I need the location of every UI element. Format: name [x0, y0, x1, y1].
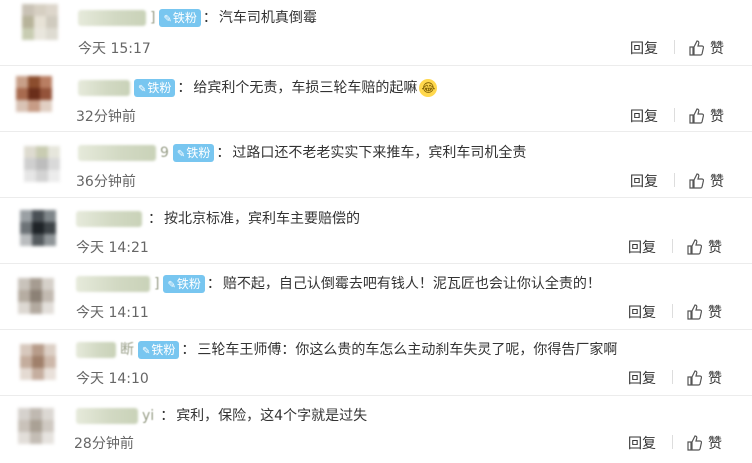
colon: ：: [202, 10, 217, 26]
like-label: 赞: [708, 371, 722, 387]
user-nickname-tail: 断: [120, 342, 134, 358]
comment-item: ： 按北京标准，宾利车主要赔偿的 今天 14:21 回复 赞: [0, 198, 752, 264]
like-button[interactable]: 赞: [688, 38, 724, 58]
colon: ：: [206, 276, 221, 292]
avatar[interactable]: [20, 344, 56, 380]
divider: [674, 173, 675, 187]
user-nickname[interactable]: [76, 276, 150, 292]
user-nickname-tail: 9: [160, 145, 169, 161]
fan-badge: ✎铁粉: [134, 79, 176, 97]
badge-label: 铁粉: [176, 277, 201, 291]
comment-time: 今天 14:10: [76, 371, 149, 387]
comment-time: 今天 15:17: [78, 41, 151, 57]
comment-item: ] ✎铁粉 ： 赔不起，自己认倒霉去吧有钱人！泥瓦匠也会让你认全责的！ 今天 1…: [0, 264, 752, 330]
reply-button[interactable]: 回复: [628, 302, 656, 322]
reply-button[interactable]: 回复: [628, 433, 656, 453]
reply-button[interactable]: 回复: [630, 38, 658, 58]
reply-button[interactable]: 回复: [630, 171, 658, 191]
comment-text: 汽车司机真倒霉: [218, 10, 317, 26]
like-button[interactable]: 赞: [686, 433, 722, 453]
fan-badge: ✎铁粉: [172, 144, 215, 162]
comment-text: 宾利，保险，这4个字就是过失: [176, 408, 368, 424]
avatar[interactable]: [18, 408, 54, 444]
user-nickname[interactable]: [76, 408, 138, 424]
comment-text: 给宾利个无责，车损三轮车赔的起嘛: [193, 80, 418, 96]
comment-text: 过路口还不老老实实下来推车，宾利车司机全责: [232, 145, 527, 161]
comment-time: 今天 14:21: [76, 240, 149, 256]
divider: [672, 435, 673, 449]
user-nickname[interactable]: [76, 342, 116, 358]
like-button[interactable]: 赞: [686, 302, 722, 322]
like-label: 赞: [710, 41, 724, 57]
thumbs-up-icon: [689, 108, 704, 124]
avatar[interactable]: [20, 210, 56, 246]
colon: ：: [177, 80, 192, 96]
fan-badge: ✎铁粉: [159, 9, 201, 27]
fan-badge-icon: ✎: [138, 84, 147, 95]
comment-text: 赔不起，自己认倒霉去吧有钱人！泥瓦匠也会让你认全责的！: [222, 276, 601, 292]
colon: ：: [160, 408, 175, 424]
like-button[interactable]: 赞: [686, 368, 722, 388]
thumbs-up-icon: [687, 304, 702, 320]
user-nickname[interactable]: [78, 145, 156, 161]
like-button[interactable]: 赞: [686, 237, 722, 257]
comment-text: 三轮车王师傅：你这么贵的车怎么主动刹车失灵了呢，你得告厂家啊: [197, 342, 618, 358]
badge-label: 铁粉: [186, 146, 211, 160]
thumbs-up-icon: [689, 40, 704, 56]
comment-time: 36分钟前: [76, 174, 136, 190]
divider: [672, 304, 673, 318]
fan-badge-icon: ✎: [163, 14, 172, 25]
avatar[interactable]: [16, 76, 52, 112]
comment-item: yi ： 宾利，保险，这4个字就是过失 28分钟前 回复 赞: [0, 396, 752, 462]
comment-time: 今天 14:11: [76, 305, 149, 321]
avatar[interactable]: [24, 146, 60, 182]
like-label: 赞: [710, 109, 724, 125]
comment-item: 断 ✎铁粉 ： 三轮车王师傅：你这么贵的车怎么主动刹车失灵了呢，你得告厂家啊 今…: [0, 330, 752, 396]
like-label: 赞: [708, 305, 722, 321]
user-nickname[interactable]: [78, 10, 146, 26]
laughing-emoji-icon: 😂: [419, 79, 438, 97]
reply-button[interactable]: 回复: [628, 368, 656, 388]
comment-item: ✎铁粉 ： 给宾利个无责，车损三轮车赔的起嘛 😂 32分钟前 回复 赞: [0, 66, 752, 132]
badge-label: 铁粉: [147, 81, 172, 95]
comment-text: 按北京标准，宾利车主要赔偿的: [164, 211, 360, 227]
like-label: 赞: [708, 240, 722, 256]
like-button[interactable]: 赞: [688, 171, 724, 191]
fan-badge: ✎铁粉: [163, 275, 205, 293]
fan-badge: ✎铁粉: [138, 341, 180, 359]
divider: [674, 40, 675, 54]
divider: [672, 239, 673, 253]
fan-badge-icon: ✎: [142, 346, 151, 357]
thumbs-up-icon: [687, 435, 702, 451]
colon: ：: [181, 342, 196, 358]
reply-button[interactable]: 回复: [628, 237, 656, 257]
like-button[interactable]: 赞: [688, 106, 724, 126]
thumbs-up-icon: [687, 370, 702, 386]
fan-badge-icon: ✎: [176, 149, 186, 160]
avatar[interactable]: [18, 278, 54, 314]
avatar[interactable]: [22, 4, 58, 40]
like-label: 赞: [708, 436, 722, 452]
divider: [672, 370, 673, 384]
comment-item: ] ✎铁粉 ： 汽车司机真倒霉 今天 15:17 回复 赞: [0, 0, 752, 66]
reply-button[interactable]: 回复: [630, 106, 658, 126]
user-nickname[interactable]: [76, 211, 142, 227]
comment-time: 28分钟前: [74, 436, 134, 452]
like-label: 赞: [710, 174, 724, 190]
colon: ：: [216, 145, 231, 161]
thumbs-up-icon: [687, 239, 702, 255]
user-nickname-tail: ]: [150, 10, 156, 26]
comment-time: 32分钟前: [76, 109, 136, 125]
comment-item: 9 ✎铁粉 ： 过路口还不老老实实下来推车，宾利车司机全责 36分钟前 回复 赞: [0, 132, 752, 198]
badge-label: 铁粉: [172, 11, 197, 25]
user-nickname-tail: ]: [154, 276, 160, 292]
colon: ：: [148, 211, 162, 227]
thumbs-up-icon: [689, 173, 704, 189]
user-nickname[interactable]: [78, 80, 130, 96]
fan-badge-icon: ✎: [167, 280, 176, 291]
badge-label: 铁粉: [151, 343, 176, 357]
user-nickname-tail: yi: [142, 408, 155, 424]
divider: [674, 108, 675, 122]
